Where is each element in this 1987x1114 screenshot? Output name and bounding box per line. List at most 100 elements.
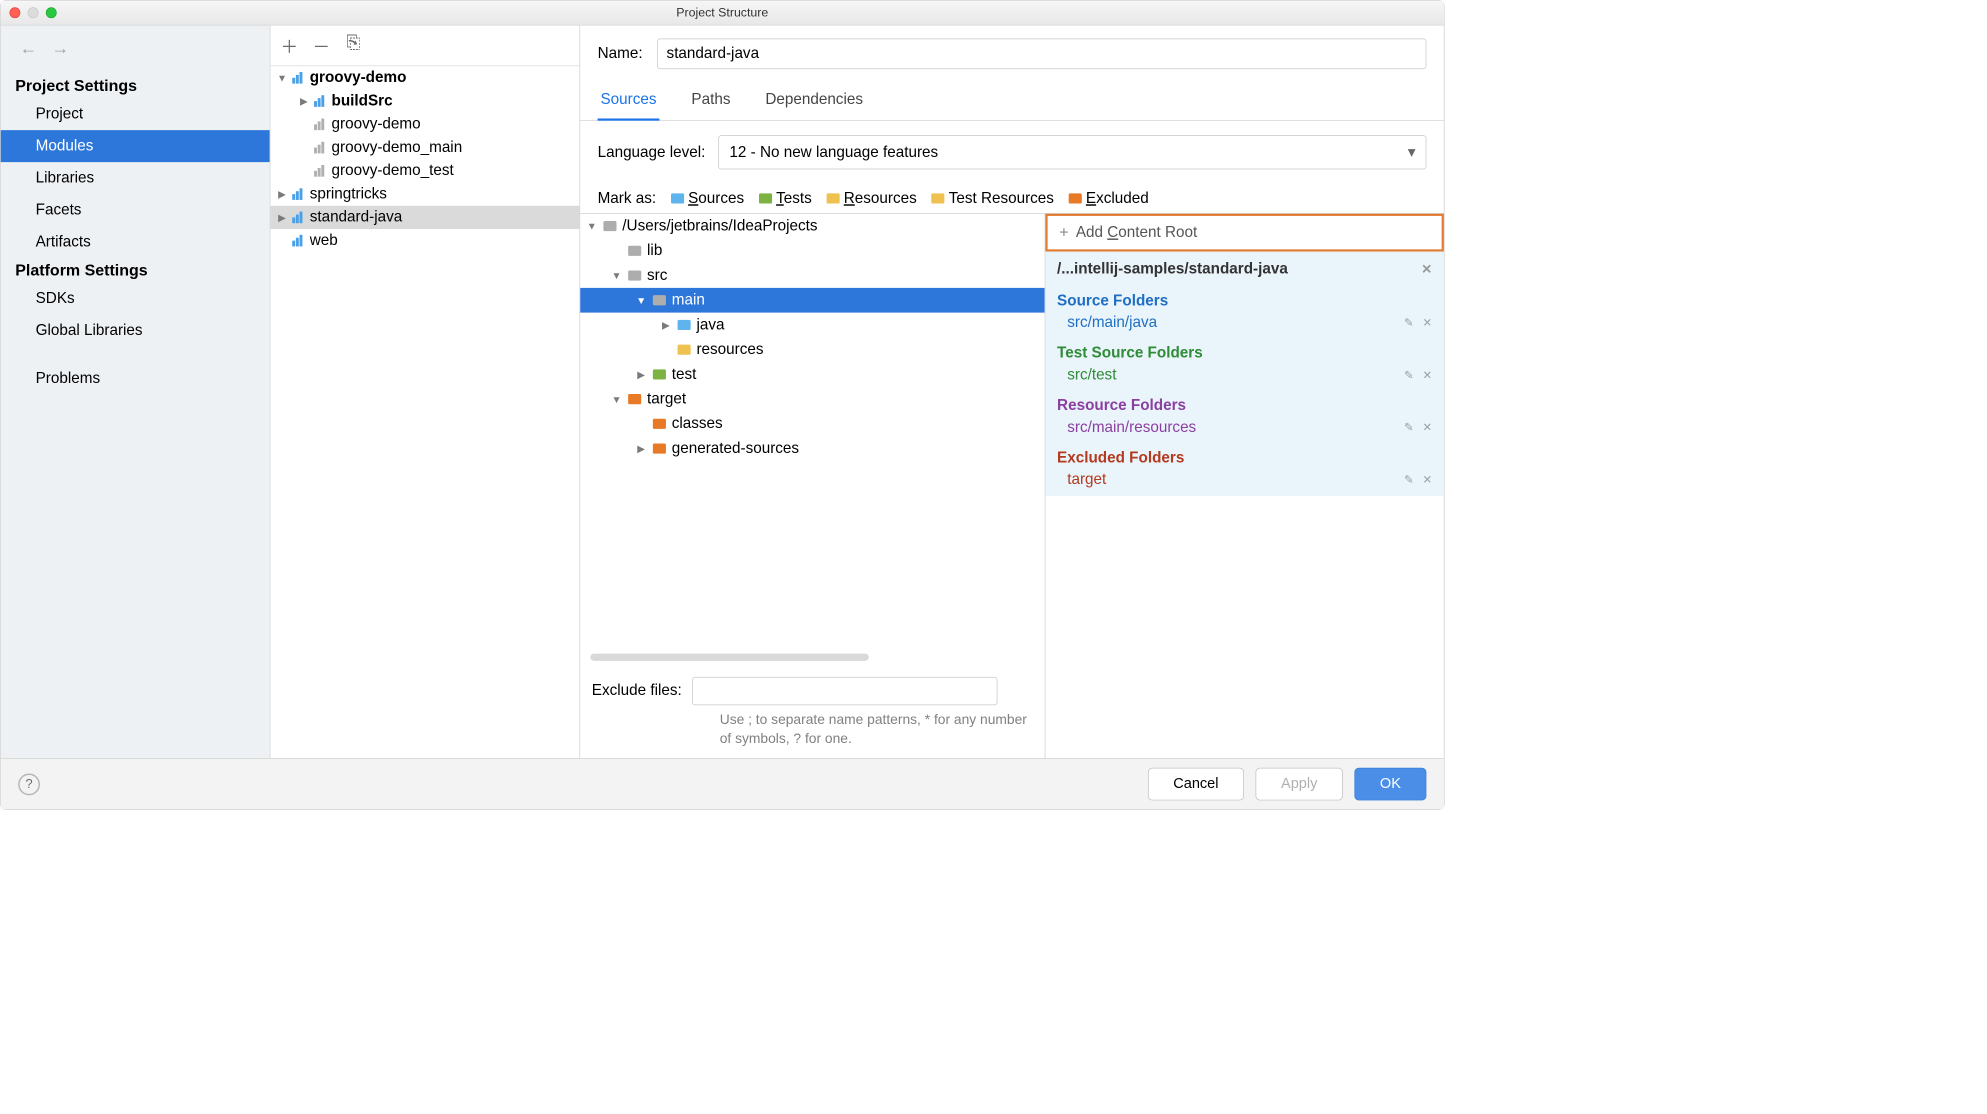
module-tree-label: groovy-demo_main <box>332 139 463 156</box>
chevron-right-icon[interactable]: ▶ <box>276 211 288 223</box>
folder-section-item[interactable]: src/test ✎ ✕ <box>1045 364 1443 392</box>
folder-icon <box>653 295 666 305</box>
module-tree-item[interactable]: ▼groovy-demo <box>270 66 579 89</box>
chevron-right-icon[interactable]: ▶ <box>660 319 672 331</box>
ok-button[interactable]: OK <box>1354 768 1426 801</box>
tab-dependencies[interactable]: Dependencies <box>762 82 865 120</box>
mark-resources-button[interactable]: Resources <box>826 190 916 207</box>
chevron-down-icon[interactable]: ▼ <box>586 220 598 232</box>
file-tree-item[interactable]: ▶ java <box>580 313 1045 338</box>
apply-button[interactable]: Apply <box>1256 768 1343 801</box>
help-icon[interactable]: ? <box>18 773 40 795</box>
chevron-down-icon[interactable]: ▼ <box>611 270 623 282</box>
folder-icon <box>678 345 691 355</box>
nav-problems[interactable]: Problems <box>1 363 270 395</box>
mark-test-resources-button[interactable]: Test Resources <box>931 190 1054 207</box>
nav-forward-icon[interactable]: → <box>52 39 69 59</box>
file-tree-item[interactable]: ▶generated-sources <box>580 436 1045 461</box>
file-tree-item[interactable]: resources <box>580 337 1045 362</box>
module-tree-item[interactable]: ▶ springtricks <box>270 182 579 205</box>
file-tree-label: main <box>672 292 705 309</box>
mark-tests-button[interactable]: Tests <box>759 190 812 207</box>
module-icon <box>292 235 305 247</box>
tab-sources[interactable]: Sources <box>598 82 660 121</box>
remove-module-icon[interactable]: － <box>313 33 330 58</box>
file-tree-label: target <box>647 390 686 407</box>
chevron-down-icon[interactable]: ▼ <box>635 294 647 306</box>
module-tree-label: web <box>310 232 338 249</box>
nav-libraries[interactable]: Libraries <box>1 162 270 194</box>
module-tree-item[interactable]: groovy-demo_test <box>270 159 579 182</box>
module-tree-label: groovy-demo <box>332 116 421 133</box>
add-content-root-button[interactable]: + Add Content Root <box>1045 214 1443 252</box>
nav-modules[interactable]: Modules <box>1 130 270 162</box>
chevron-right-icon[interactable]: ▶ <box>298 95 310 107</box>
folder-teal-icon <box>931 193 944 203</box>
chevron-down-icon[interactable]: ▼ <box>276 72 288 84</box>
module-tree-item[interactable]: ▶ buildSrc <box>270 89 579 112</box>
folder-icon <box>653 369 666 379</box>
horizontal-scrollbar[interactable] <box>590 653 869 660</box>
remove-icon[interactable]: ✕ <box>1422 420 1432 435</box>
nav-sdks[interactable]: SDKs <box>1 283 270 315</box>
language-level-select[interactable]: 12 - No new language features ▾ <box>718 135 1426 169</box>
file-tree-item[interactable]: ▼/Users/jetbrains/IdeaProjects <box>580 214 1045 239</box>
mark-excluded-button[interactable]: Excluded <box>1068 190 1148 207</box>
module-name-input[interactable] <box>657 39 1426 70</box>
chevron-right-icon[interactable]: ▶ <box>635 442 647 454</box>
chevron-right-icon[interactable]: ▶ <box>276 188 288 200</box>
module-tree-item[interactable]: groovy-demo <box>270 113 579 136</box>
module-tree-item[interactable]: ▶ standard-java <box>270 206 579 229</box>
nav-back-icon[interactable]: ← <box>20 39 37 59</box>
file-tree-label: test <box>672 366 697 383</box>
edit-icon[interactable]: ✎ <box>1404 420 1414 435</box>
module-tree-item[interactable]: web <box>270 229 579 252</box>
folder-icon <box>628 394 641 404</box>
module-icon <box>314 119 327 131</box>
module-tree-item[interactable]: groovy-demo_main <box>270 136 579 159</box>
file-tree-item[interactable]: ▼ target <box>580 387 1045 412</box>
tab-paths[interactable]: Paths <box>689 82 734 120</box>
file-tree-item[interactable]: ▶ test <box>580 362 1045 387</box>
folder-section-item[interactable]: target✎✕ <box>1045 468 1443 496</box>
copy-module-icon[interactable]: ⎘ <box>345 33 362 58</box>
left-sidebar: ← → Project Settings Project Modules Lib… <box>1 25 270 758</box>
add-module-icon[interactable]: ＋ <box>281 33 298 58</box>
folder-section-title: Resource Folders <box>1045 391 1443 416</box>
nav-artifacts[interactable]: Artifacts <box>1 226 270 258</box>
file-tree-item[interactable]: lib <box>580 238 1045 263</box>
module-tree-label: springtricks <box>310 185 387 202</box>
file-tree-item[interactable]: classes <box>580 411 1045 436</box>
exclude-files-input[interactable] <box>692 677 997 705</box>
edit-icon[interactable]: ✎ <box>1404 473 1414 488</box>
file-tree-item[interactable]: ▼src <box>580 263 1045 288</box>
remove-icon[interactable]: ✕ <box>1422 368 1432 383</box>
remove-content-root-icon[interactable]: ✕ <box>1421 261 1432 276</box>
nav-project[interactable]: Project <box>1 98 270 130</box>
folder-section-title: Test Source Folders <box>1045 339 1443 364</box>
remove-icon[interactable]: ✕ <box>1422 316 1432 331</box>
folder-path: src/main/java <box>1067 314 1157 331</box>
source-folder-tree[interactable]: ▼/Users/jetbrains/IdeaProjectslib▼src▼ma… <box>580 214 1045 649</box>
folder-section-item[interactable]: src/main/resources✎✕ <box>1045 416 1443 444</box>
folder-path: src/test <box>1067 366 1116 383</box>
folder-section-item[interactable]: src/main/java ✎ ✕ <box>1045 311 1443 339</box>
nav-facets[interactable]: Facets <box>1 194 270 226</box>
file-tree-item[interactable]: ▼ main <box>580 288 1045 313</box>
chevron-down-icon[interactable]: ▼ <box>611 393 623 405</box>
file-tree-label: java <box>696 316 724 333</box>
edit-icon[interactable]: ✎ <box>1404 316 1414 331</box>
mark-sources-button[interactable]: Sources <box>671 190 744 207</box>
remove-icon[interactable]: ✕ <box>1422 473 1432 488</box>
edit-icon[interactable]: ✎ <box>1404 368 1414 383</box>
folder-icon <box>628 270 641 280</box>
module-tree-label: buildSrc <box>332 92 393 109</box>
module-icon <box>292 72 305 84</box>
language-level-label: Language level: <box>598 144 706 161</box>
nav-global-libraries[interactable]: Global Libraries <box>1 315 270 347</box>
module-tree[interactable]: ▼groovy-demo ▶ buildSrc groovy-demo groovy-d… <box>270 66 579 758</box>
folder-green-icon <box>759 193 772 203</box>
cancel-button[interactable]: Cancel <box>1148 768 1244 801</box>
chevron-right-icon[interactable]: ▶ <box>635 368 647 380</box>
module-tree-label: standard-java <box>310 209 403 226</box>
